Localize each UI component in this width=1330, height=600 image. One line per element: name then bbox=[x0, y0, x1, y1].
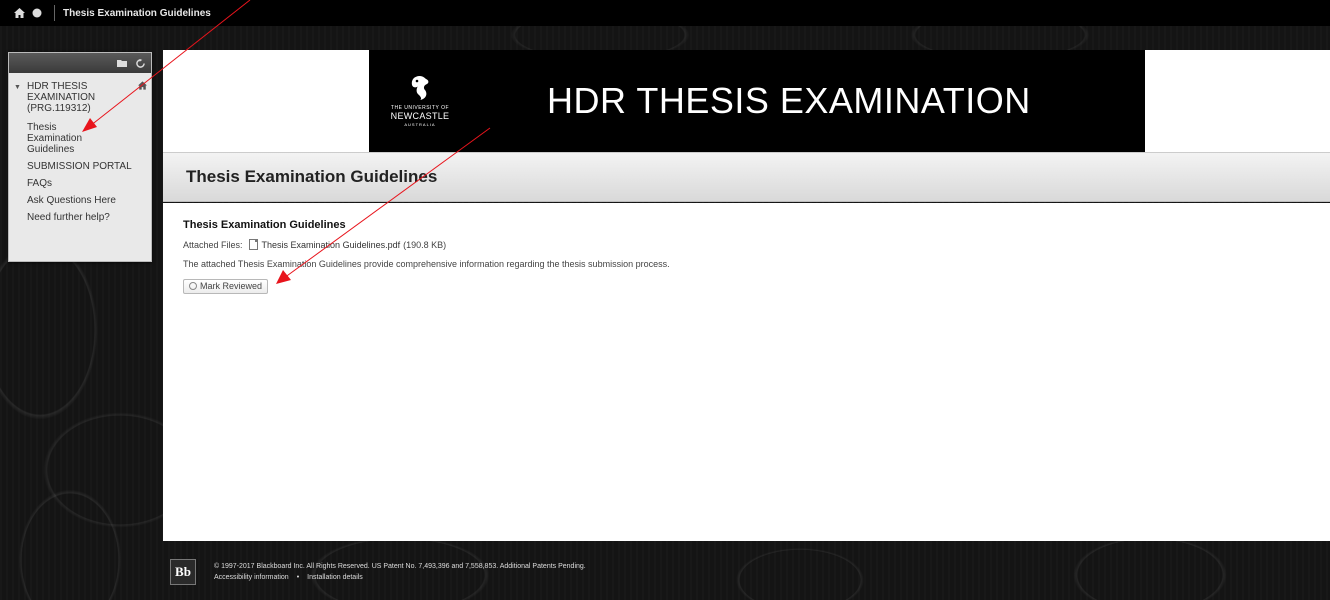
topbar-divider bbox=[54, 5, 55, 21]
banner-title: HDR THESIS EXAMINATION bbox=[547, 80, 1031, 121]
content-item: Thesis Examination Guidelines Attached F… bbox=[183, 219, 1283, 295]
course-menu-list: Thesis Examination Guidelines SUBMISSION… bbox=[9, 118, 151, 227]
menu-item-submission-portal[interactable]: SUBMISSION PORTAL bbox=[9, 159, 151, 176]
mark-reviewed-label: Mark Reviewed bbox=[200, 281, 263, 291]
collapse-caret-icon[interactable]: ▼ bbox=[14, 82, 21, 93]
circle-icon[interactable] bbox=[30, 6, 44, 20]
course-banner: THE UNIVERSITY OF NEWCASTLE AUSTRALIA HD… bbox=[369, 50, 1145, 152]
accessibility-link[interactable]: Accessibility information bbox=[214, 572, 289, 583]
item-description: The attached Thesis Examination Guidelin… bbox=[183, 259, 670, 269]
footer-links: Accessibility information • Installation… bbox=[214, 572, 586, 583]
menu-item-thesis-examination-guidelines[interactable]: Thesis Examination Guidelines bbox=[9, 120, 109, 159]
file-link[interactable]: Thesis Examination Guidelines.pdf bbox=[262, 240, 401, 250]
logo-line-2: NEWCASTLE bbox=[390, 111, 450, 121]
breadcrumb-title[interactable]: Thesis Examination Guidelines bbox=[63, 8, 211, 19]
course-home-icon[interactable] bbox=[138, 81, 147, 93]
footer-text: © 1997-2017 Blackboard Inc. All Rights R… bbox=[214, 561, 586, 583]
mark-reviewed-button[interactable]: Mark Reviewed bbox=[183, 278, 269, 294]
item-title: Thesis Examination Guidelines bbox=[183, 219, 346, 231]
file-icon bbox=[248, 239, 258, 250]
attached-files-label: Attached Files: bbox=[183, 239, 243, 250]
course-title-label: HDR THESIS EXAMINATION (PRG.119312) bbox=[27, 81, 96, 114]
home-icon[interactable] bbox=[12, 6, 26, 20]
page-title: Thesis Examination Guidelines bbox=[186, 167, 438, 186]
footer: Bb © 1997-2017 Blackboard Inc. All Right… bbox=[170, 552, 770, 592]
seahorse-logo-icon bbox=[411, 76, 429, 100]
review-check-icon bbox=[189, 282, 197, 290]
attached-files: Attached Files: Thesis Examination Guide… bbox=[183, 239, 1283, 250]
course-title[interactable]: ▼ HDR THESIS EXAMINATION (PRG.119312) bbox=[9, 73, 151, 118]
menu-item-faqs[interactable]: FAQs bbox=[9, 176, 151, 193]
refresh-icon[interactable] bbox=[135, 58, 145, 68]
page-title-bar: Thesis Examination Guidelines bbox=[163, 152, 1330, 202]
blackboard-logo[interactable]: Bb bbox=[170, 559, 196, 585]
university-logo: THE UNIVERSITY OF NEWCASTLE AUSTRALIA bbox=[385, 75, 455, 127]
file-size: (190.8 KB) bbox=[403, 239, 447, 250]
top-bar: Thesis Examination Guidelines bbox=[0, 0, 1330, 26]
footer-bullet: • bbox=[296, 574, 300, 581]
folder-icon[interactable] bbox=[117, 58, 127, 68]
menu-item-ask-questions[interactable]: Ask Questions Here bbox=[9, 193, 151, 210]
content-area: Thesis Examination Guidelines Attached F… bbox=[163, 203, 1330, 541]
course-menu: ▼ HDR THESIS EXAMINATION (PRG.119312) Th… bbox=[8, 52, 152, 262]
course-menu-toolbar bbox=[9, 53, 151, 73]
menu-item-need-further-help[interactable]: Need further help? bbox=[9, 210, 151, 227]
banner-area: THE UNIVERSITY OF NEWCASTLE AUSTRALIA HD… bbox=[163, 50, 1330, 152]
copyright-text: © 1997-2017 Blackboard Inc. All Rights R… bbox=[214, 563, 586, 570]
logo-line-3: AUSTRALIA bbox=[404, 122, 436, 127]
installation-link[interactable]: Installation details bbox=[307, 572, 363, 583]
